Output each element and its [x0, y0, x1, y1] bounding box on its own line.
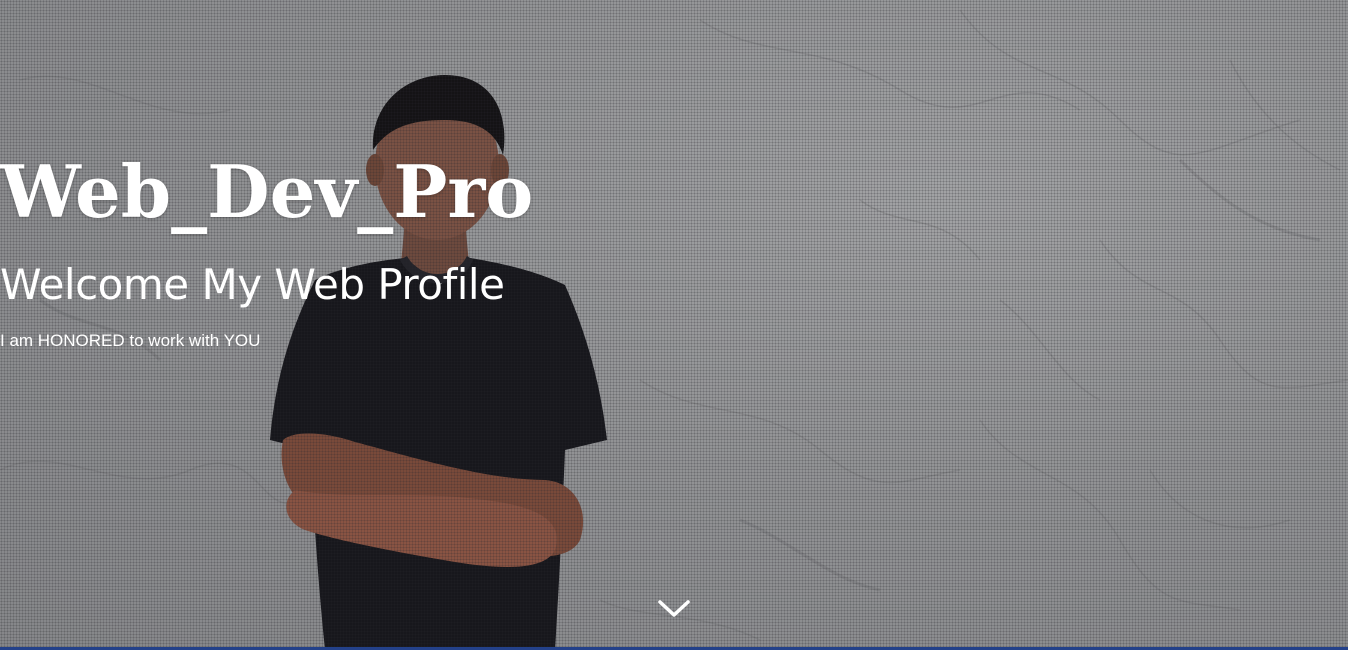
welcome-heading: Welcome My Web Profile — [0, 260, 505, 309]
site-title: Web_Dev_Pro — [0, 149, 534, 234]
chevron-down-icon[interactable] — [656, 596, 692, 622]
hero-section: Web_Dev_Pro Welcome My Web Profile I am … — [0, 0, 1348, 650]
marble-background — [0, 9, 1348, 641]
tagline: I am HONORED to work with YOU — [0, 331, 261, 350]
